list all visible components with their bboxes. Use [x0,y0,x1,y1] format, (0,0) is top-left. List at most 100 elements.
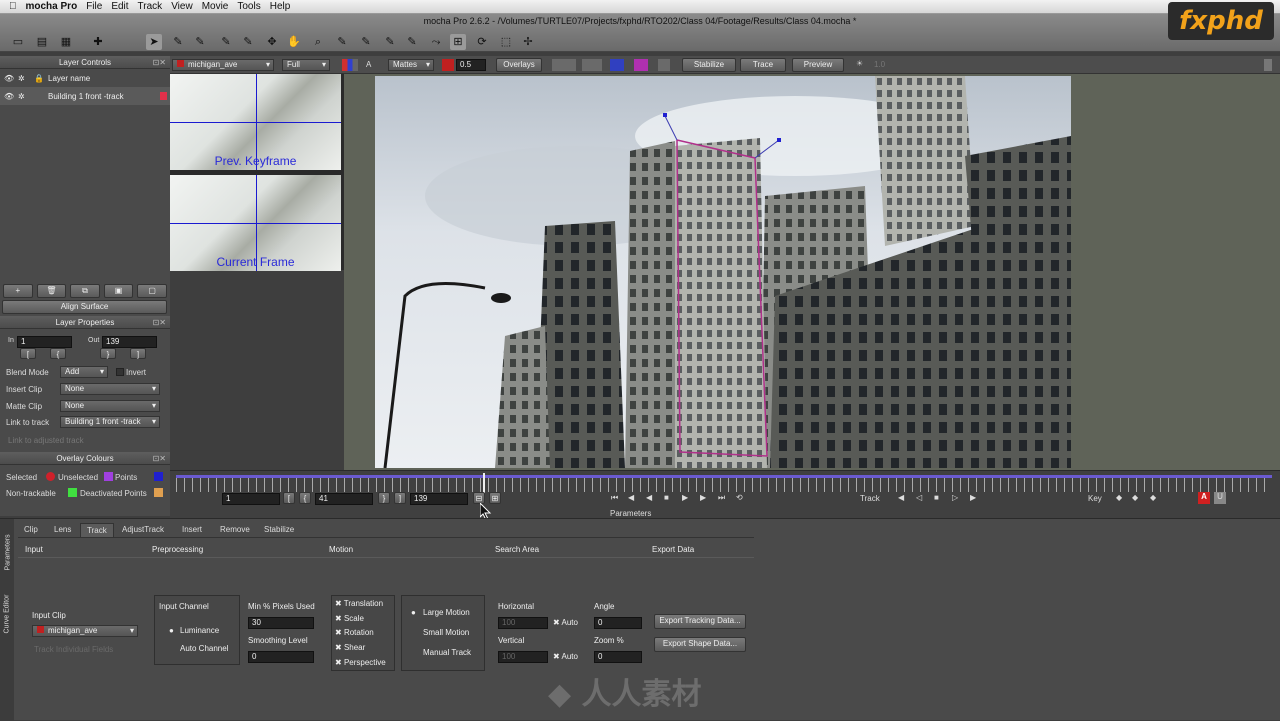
point-square-swatch[interactable] [154,472,163,481]
tab-adjusttrack[interactable]: AdjustTrack [116,523,170,537]
vertical-field[interactable]: 100 [498,651,548,663]
deactivated-color-swatch[interactable] [68,488,77,497]
app-menu[interactable]: mocha Pro [26,1,78,12]
tab-stabilize[interactable]: Stabilize [258,523,300,537]
resolution-select[interactable]: Full [282,59,330,71]
zoom-tool-icon[interactable]: ⌕ [310,34,326,50]
next-key-icon[interactable]: ◆ [1132,493,1138,502]
angle-field[interactable]: 0 [594,617,642,629]
track-forward-frame-icon[interactable]: ▷ [952,493,958,502]
go-out-button[interactable]: } [378,492,390,504]
magnetic-spline-icon[interactable]: ✎ [334,34,350,50]
overlays-button[interactable]: Overlays [496,58,542,72]
manual-track-radio[interactable]: Manual Track [423,648,471,657]
pointer-tool-icon[interactable]: ➤ [146,34,162,50]
scale-checkbox[interactable]: ✖ Scale [335,614,364,623]
visibility-icon[interactable]: 👁 [4,92,18,101]
stabilize-button[interactable]: Stabilize [682,58,736,72]
track-fields-checkbox[interactable]: Track Individual Fields [34,645,113,654]
brush-tool-icon[interactable]: ⤳ [428,34,444,50]
hand-tool-icon[interactable]: ✋ [286,34,302,50]
zoom-field[interactable]: 0 [594,651,642,663]
mattes-select[interactable]: Mattes [388,59,434,71]
trace-button[interactable]: Trace [740,58,786,72]
delete-layer-button[interactable]: 🗑 [36,284,67,298]
nontrackable-color-swatch[interactable] [154,488,163,497]
group-layer-button[interactable]: ▣ [103,284,134,298]
invert-checkbox[interactable] [116,368,124,376]
min-pixels-field[interactable]: 30 [248,617,314,629]
points-color-swatch[interactable] [104,472,113,481]
export-tracking-button[interactable]: Export Tracking Data... [654,614,746,629]
go-out-button[interactable]: } [100,348,116,359]
track-stop-icon[interactable]: ■ [934,493,939,502]
magnetic-add-icon[interactable]: ✎ [358,34,374,50]
loop-icon[interactable]: ⟲ [736,493,743,502]
end-frame-field[interactable]: 139 [410,493,468,505]
curve-editor-side-tab[interactable]: Curve Editor [4,584,11,634]
add-x-spline-icon[interactable]: ✎ [192,34,208,50]
translation-checkbox[interactable]: ✖ Translation [335,599,383,608]
tab-lens[interactable]: Lens [48,523,77,537]
point-icon[interactable] [582,59,602,71]
surface-tool-icon[interactable]: ⊞ [450,34,466,50]
track-backwards-icon[interactable]: ◀ [898,493,904,502]
go-in-button[interactable]: { [50,348,66,359]
x-spline-tool-icon[interactable]: ✎ [170,34,186,50]
apple-icon[interactable]:  [9,1,17,12]
selected-color-swatch[interactable] [46,472,55,481]
perspective-checkbox[interactable]: ✖ Perspective [335,658,386,667]
parameters-side-tab[interactable]: Parameters [5,527,12,570]
track-forwards-icon[interactable]: ▶ [970,493,976,502]
large-motion-radio-dot[interactable]: ● [411,608,416,617]
blend-mode-select[interactable]: Add [60,366,108,378]
layer-name[interactable]: Building 1 front -track [48,92,124,101]
align-surface-button[interactable]: Align Surface [2,300,167,314]
stop-icon[interactable]: ■ [664,493,669,502]
new-project-icon[interactable]: ▭ [10,34,26,50]
track-back-frame-icon[interactable]: ◁ [916,493,922,502]
smoothing-field[interactable]: 0 [248,651,314,663]
layer-row[interactable]: 👁 ✲ Building 1 front -track [0,87,170,105]
go-in-button[interactable]: { [299,492,311,504]
menu-tools[interactable]: Tools [237,1,260,12]
rotation-checkbox[interactable]: ✖ Rotation [335,628,374,637]
tab-insert[interactable]: Insert [176,523,208,537]
export-shape-button[interactable]: Export Shape Data... [654,637,746,652]
in-field[interactable]: 1 [17,336,72,348]
large-motion-radio[interactable]: Large Motion [423,608,470,617]
out-field[interactable]: 139 [102,336,157,348]
playhead[interactable] [483,473,485,493]
add-point-icon[interactable]: ✥ [264,34,280,50]
surface-icon[interactable] [610,59,624,71]
alpha-icon[interactable]: A [366,60,371,69]
add-icon[interactable]: ✚ [90,34,106,50]
viewer-frame[interactable] [375,76,1071,468]
menu-file[interactable]: File [86,1,102,12]
autokey-icon[interactable]: A [1198,492,1210,504]
save-project-icon[interactable]: ▦ [58,34,74,50]
matte-clip-select[interactable]: None [60,400,160,412]
layer-icon[interactable] [658,59,670,71]
scale-tool-icon[interactable]: ⬚ [498,34,514,50]
preview-button[interactable]: Preview [792,58,844,72]
set-out-button[interactable]: ] [394,492,406,504]
grid-icon[interactable] [552,59,576,71]
duplicate-layer-button[interactable]: ⧉ [70,284,100,298]
luminance-radio[interactable]: Luminance [180,626,219,635]
clip-select[interactable]: michigan_ave [172,59,274,71]
horizontal-auto-checkbox[interactable]: ✖ Auto [553,618,578,627]
current-frame-field[interactable]: 41 [315,493,373,505]
set-in-button[interactable]: [ [283,492,295,504]
move-tool-icon[interactable]: ✢ [520,34,536,50]
sun-icon[interactable]: ☀ [856,59,863,68]
add-key-icon[interactable]: ◆ [1150,493,1156,502]
ungroup-layer-button[interactable]: ▢ [137,284,167,298]
panel-close-icon[interactable]: ⊡✕ [153,452,166,465]
set-in-button[interactable]: [ [20,348,36,359]
menu-help[interactable]: Help [270,1,291,12]
go-start-icon[interactable]: ⏮ [611,493,618,503]
go-end-icon[interactable]: ⏭ [718,493,725,503]
panel-close-icon[interactable]: ⊡✕ [153,56,166,69]
panel-close-icon[interactable]: ⊡✕ [153,316,166,329]
